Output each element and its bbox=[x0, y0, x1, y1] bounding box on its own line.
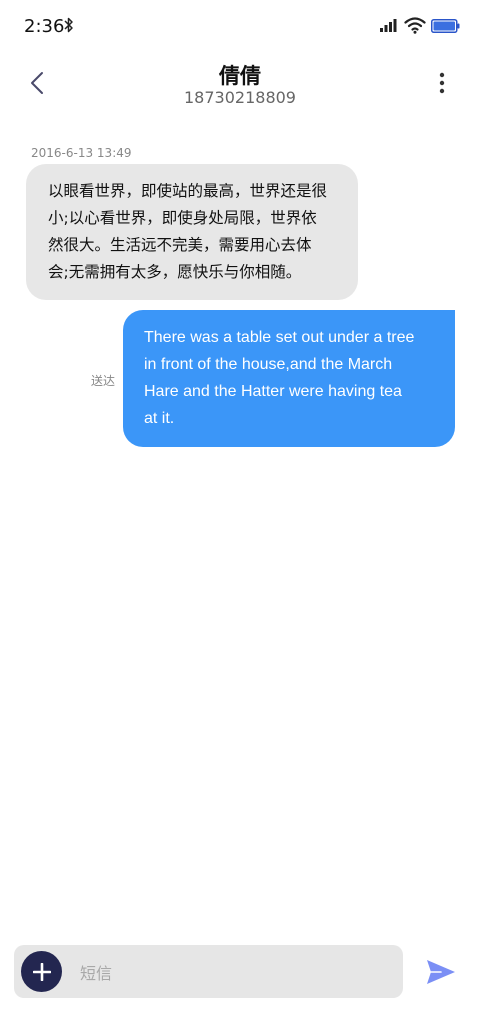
message-line: 以眼看世界，即使站的最高，世界还是很 bbox=[48, 182, 328, 200]
signal-icon bbox=[380, 19, 397, 32]
message-line: 会;无需拥有太多，愿快乐与你相随。 bbox=[48, 263, 302, 281]
message-line: Hare and the Hatter were having tea bbox=[144, 383, 402, 400]
status-time: 2:36 bbox=[24, 16, 65, 37]
more-vertical-icon bbox=[439, 72, 445, 94]
wifi-icon bbox=[404, 17, 426, 34]
plus-icon bbox=[32, 962, 51, 981]
message-line: 小;以心看世界，即使身处局限，世界依 bbox=[48, 209, 317, 227]
message-composer bbox=[14, 945, 403, 998]
message-input[interactable] bbox=[78, 956, 392, 990]
message-line: at it. bbox=[144, 410, 175, 427]
add-attachment-button[interactable] bbox=[21, 951, 62, 992]
incoming-message-bubble[interactable]: 以眼看世界，即使站的最高，世界还是很 小;以心看世界，即使身处局限，世界依 然很… bbox=[26, 164, 358, 300]
bluetooth-icon bbox=[64, 17, 73, 33]
contact-number: 18730218809 bbox=[184, 88, 296, 107]
conversation-header: 倩倩 18730218809 bbox=[0, 52, 480, 122]
message-line: There was a table set out under a tree bbox=[144, 329, 415, 346]
status-bar: 2:36 bbox=[0, 0, 480, 52]
message-line: 然很大。生活远不完美，需要用心去体 bbox=[48, 236, 312, 254]
message-line: in front of the house,and the March bbox=[144, 356, 393, 373]
send-icon bbox=[427, 960, 455, 984]
delivery-status: 送达 bbox=[91, 374, 116, 388]
message-timestamp: 2016-6-13 13:49 bbox=[31, 146, 132, 160]
outgoing-message-bubble[interactable]: There was a table set out under a tree i… bbox=[123, 310, 455, 447]
more-options-button[interactable] bbox=[428, 68, 456, 98]
battery-icon bbox=[431, 19, 460, 33]
send-button[interactable] bbox=[424, 955, 458, 989]
contact-name: 倩倩 bbox=[219, 64, 261, 88]
